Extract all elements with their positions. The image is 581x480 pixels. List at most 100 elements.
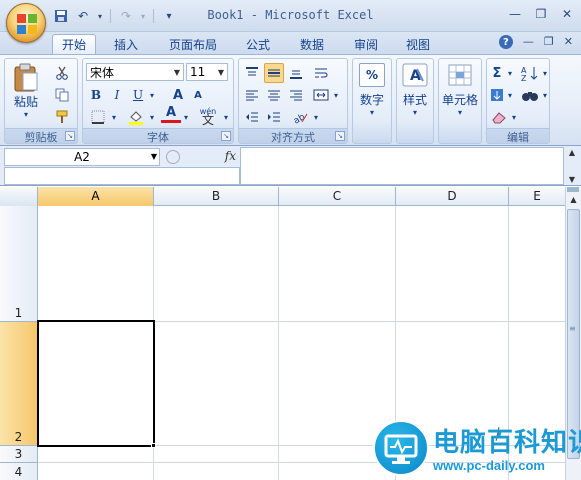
minimize-button[interactable]: — (507, 6, 523, 22)
tab-data[interactable]: 数据 (290, 34, 334, 54)
align-center-icon[interactable] (264, 85, 284, 105)
scroll-up-icon[interactable]: ▲ (566, 193, 581, 207)
cells-label: 单元格 (441, 93, 478, 107)
split-box[interactable] (567, 187, 579, 192)
increase-indent-icon[interactable] (264, 107, 284, 127)
tab-view[interactable]: 视图 (396, 34, 440, 54)
align-top-icon[interactable] (242, 63, 262, 83)
row-header-2[interactable]: 2 (0, 322, 38, 446)
format-painter-icon[interactable] (51, 107, 73, 127)
name-box[interactable]: A2 ▼ (4, 148, 160, 166)
tab-insert[interactable]: 插入 (104, 34, 148, 54)
copy-icon[interactable] (51, 85, 73, 105)
clipboard-dialog-launcher[interactable]: ↘ (65, 131, 75, 141)
bold-button[interactable]: B (87, 85, 105, 105)
font-size-value: 11 (190, 65, 206, 79)
autosum-dropdown-icon[interactable]: ▾ (505, 63, 515, 83)
merge-center-icon[interactable] (311, 85, 331, 105)
font-size-combo[interactable]: 11 ▼ (186, 63, 228, 81)
formula-input[interactable] (240, 147, 564, 185)
fill-handle[interactable] (151, 443, 156, 448)
number-dropdown-icon[interactable]: ▾ (370, 108, 374, 117)
chevron-down-icon[interactable]: ▼ (171, 64, 183, 80)
wrap-text-icon[interactable] (311, 63, 331, 83)
workbook-close-button[interactable]: ✕ (564, 35, 573, 49)
column-header-c[interactable]: C (279, 187, 396, 206)
insert-function-button[interactable]: fx (225, 149, 236, 163)
formula-bar-expand-icon[interactable]: ▲ ▼ (566, 148, 578, 184)
clear-dropdown-icon[interactable]: ▾ (509, 107, 519, 127)
row-header-4[interactable]: 4 (0, 463, 38, 480)
fill-icon[interactable] (489, 85, 505, 105)
merge-dropdown-icon[interactable]: ▾ (331, 85, 341, 105)
chevron-down-icon[interactable]: ▼ (569, 175, 575, 184)
underline-button[interactable]: U (129, 85, 147, 105)
cells-button[interactable]: 单元格 ▾ (441, 63, 479, 117)
help-icon[interactable]: ? (498, 35, 513, 49)
tab-formulas[interactable]: 公式 (236, 34, 280, 54)
font-name-combo[interactable]: 宋体 ▼ (86, 63, 184, 81)
font-color-dropdown-icon[interactable]: ▾ (181, 107, 191, 127)
svg-text:Z: Z (521, 74, 527, 81)
tab-home[interactable]: 开始 (52, 34, 96, 54)
row-header-1[interactable]: 1 (0, 206, 38, 322)
restore-button[interactable]: ❐ (533, 6, 549, 22)
clear-icon[interactable] (489, 107, 509, 127)
underline-dropdown-icon[interactable]: ▾ (147, 85, 157, 105)
styles-dropdown-icon[interactable]: ▾ (413, 108, 417, 117)
tab-review[interactable]: 审阅 (344, 34, 388, 54)
column-header-a[interactable]: A (38, 187, 154, 206)
phonetic-guide-button[interactable]: wén 文 (195, 105, 221, 127)
active-cell[interactable] (37, 320, 155, 447)
chevron-down-icon[interactable]: ▼ (215, 64, 227, 80)
sort-filter-icon[interactable]: AZ (519, 63, 541, 83)
tab-page-layout[interactable]: 页面布局 (160, 34, 226, 54)
watermark-title: 电脑百科知识 (433, 428, 581, 458)
workbook-minimize-button[interactable]: — (523, 35, 534, 49)
chevron-down-icon[interactable]: ▼ (151, 149, 157, 165)
column-header-e[interactable]: E (509, 187, 565, 206)
row-header-3[interactable]: 3 (0, 446, 38, 463)
select-all-button[interactable] (0, 187, 38, 206)
paste-button[interactable]: 粘贴 ▾ (9, 63, 43, 119)
find-dropdown-icon[interactable]: ▾ (541, 85, 549, 105)
number-format-button[interactable]: % 数字 ▾ (355, 63, 389, 117)
workbook-restore-button[interactable]: ❐ (544, 35, 554, 49)
font-dialog-launcher[interactable]: ↘ (221, 131, 231, 141)
phonetic-dropdown-icon[interactable]: ▾ (221, 107, 231, 127)
ribbon: 粘贴 ▾ 剪贴板 ↘ 宋体 ▼ 11 ▼ B I U ▾ A A ▾ ▾ A ▾… (0, 54, 581, 146)
fill-color-dropdown-icon[interactable]: ▾ (147, 107, 157, 127)
shrink-font-button[interactable]: A (189, 85, 207, 105)
number-label: 数字 (359, 93, 384, 107)
chevron-up-icon[interactable]: ▲ (569, 148, 575, 157)
watermark-url: www.pc-daily.com (433, 458, 545, 473)
find-select-icon[interactable] (519, 85, 541, 105)
italic-button[interactable]: I (108, 85, 126, 105)
align-middle-icon[interactable] (264, 63, 284, 83)
autosum-button[interactable]: Σ (489, 63, 505, 83)
borders-dropdown-icon[interactable]: ▾ (109, 107, 119, 127)
cells-dropdown-icon[interactable]: ▾ (458, 108, 462, 117)
paste-dropdown-icon[interactable]: ▾ (24, 110, 28, 119)
alignment-dialog-launcher[interactable]: ↘ (335, 131, 345, 141)
orientation-dropdown-icon[interactable]: ▾ (311, 107, 321, 127)
font-color-button[interactable]: A (161, 105, 181, 123)
cut-icon[interactable] (51, 63, 73, 83)
sort-dropdown-icon[interactable]: ▾ (541, 63, 549, 83)
fill-color-icon[interactable] (125, 107, 147, 127)
decrease-indent-icon[interactable] (242, 107, 262, 127)
column-headers: A B C D E (0, 187, 565, 206)
column-header-b[interactable]: B (154, 187, 279, 206)
column-header-d[interactable]: D (396, 187, 509, 206)
borders-icon[interactable] (87, 107, 109, 127)
styles-button[interactable]: A 样式 ▾ (399, 63, 431, 117)
grow-font-button[interactable]: A (169, 85, 187, 105)
phonetic-guide-char: 文 (201, 113, 214, 127)
office-button[interactable] (6, 3, 46, 43)
align-right-icon[interactable] (286, 85, 306, 105)
align-bottom-icon[interactable] (286, 63, 306, 83)
align-left-icon[interactable] (242, 85, 262, 105)
close-button[interactable]: ✕ (559, 6, 575, 22)
orientation-icon[interactable]: ab (289, 107, 311, 127)
fill-dropdown-icon[interactable]: ▾ (505, 85, 515, 105)
